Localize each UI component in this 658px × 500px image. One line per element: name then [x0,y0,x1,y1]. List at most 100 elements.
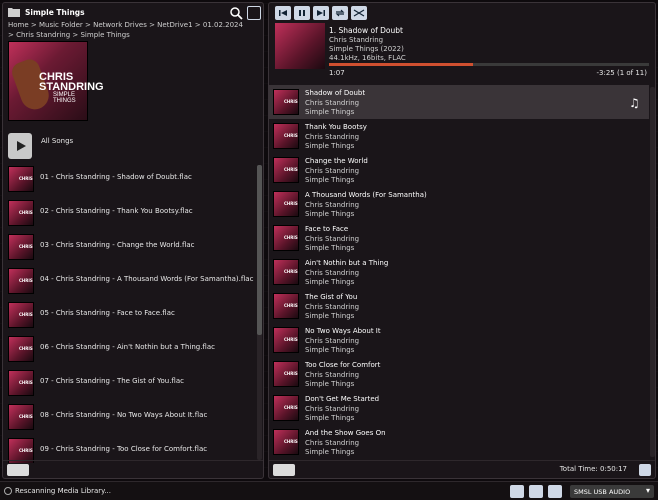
track-album: Simple Things [305,278,355,286]
file-name: 01 - Chris Standring - Shadow of Doubt.f… [40,173,192,181]
track-title: Ain't Nothin but a Thing [305,259,389,267]
table-row[interactable]: The Gist of You Chris StandringSimple Thi… [269,289,649,323]
track-title: Shadow of Doubt [305,89,366,97]
track-artist: Chris Standring [305,167,360,175]
queue-scrollbar[interactable] [650,87,655,457]
view-toggle-button[interactable] [247,6,261,20]
list-item[interactable]: 09 - Chris Standring - Too Close for Com… [3,435,255,463]
shuffle-button[interactable] [351,6,367,20]
total-time: Total Time: 0:50:17 [559,465,627,473]
file-thumbnail [8,268,34,294]
repeat-button[interactable] [332,6,348,20]
file-thumbnail [8,370,34,396]
now-playing-album: Simple Things (2022) [329,45,404,53]
shuffle-icon [353,9,365,17]
status-message: Rescanning Media Library... [15,487,111,495]
playback-pane: 1. Shadow of Doubt Chris Standring Simpl… [268,2,656,479]
settings-button[interactable] [510,485,524,498]
track-artist: Chris Standring [305,99,360,107]
table-row[interactable]: No Two Ways About It Chris StandringSimpl… [269,323,649,357]
table-row[interactable]: Change the World Chris StandringSimple Th… [269,153,649,187]
trash-icon[interactable] [639,464,651,476]
previous-icon [279,10,287,16]
list-item[interactable]: 01 - Chris Standring - Shadow of Doubt.f… [3,163,255,197]
table-row[interactable]: Shadow of Doubt Chris StandringSimple Thi… [269,85,649,119]
file-thumbnail [8,166,34,192]
track-thumbnail [273,259,299,285]
file-name: 06 - Chris Standring - Ain't Nothin but … [40,343,215,351]
now-playing-artist: Chris Standring [329,36,384,44]
track-title: No Two Ways About It [305,327,381,335]
remaining-time: -3:25 (1 of 11) [596,69,648,77]
queue-menu-button[interactable] [273,464,295,476]
track-thumbnail [273,89,299,115]
table-row[interactable]: And the Show Goes On Chris StandringSimpl… [269,425,649,459]
track-artist: Chris Standring [305,201,360,209]
folder-icon [8,8,20,17]
spinner-icon [4,487,12,495]
track-thumbnail [273,327,299,353]
previous-button[interactable] [275,6,291,20]
track-artist: Chris Standring [305,133,360,141]
library-menu-button[interactable] [7,464,29,476]
next-button[interactable] [313,6,329,20]
list-item[interactable]: 03 - Chris Standring - Change the World.… [3,231,255,265]
table-row[interactable]: Ain't Nothin but a Thing Chris StandringS… [269,255,649,289]
play-list-icon [8,133,32,159]
track-thumbnail [273,293,299,319]
all-songs-item[interactable]: All Songs [8,133,258,163]
track-album: Simple Things [305,210,355,218]
music-note-icon: ♫ [629,96,640,110]
file-name: 08 - Chris Standring - No Two Ways About… [40,411,208,419]
file-thumbnail [8,200,34,226]
track-album: Simple Things [305,142,355,150]
album-art-album: SIMPLE THINGS [53,92,76,104]
track-album: Simple Things [305,448,355,456]
pause-button[interactable] [294,6,310,20]
pause-icon [299,10,305,16]
track-thumbnail [273,123,299,149]
track-title: A Thousand Words (For Samantha) [305,191,427,199]
output-device-select[interactable]: SMSL USB AUDIO [570,485,654,498]
file-name: 03 - Chris Standring - Change the World.… [40,241,195,249]
list-item[interactable]: 07 - Chris Standring - The Gist of You.f… [3,367,255,401]
library-header: Simple Things Home > Music Folder > Netw… [3,3,263,39]
export-button[interactable] [548,485,562,498]
track-artist: Chris Standring [305,439,360,447]
library-scrollbar[interactable] [257,165,262,460]
track-title: Don't Get Me Started [305,395,380,403]
album-art: CHRIS STANDRING SIMPLE THINGS [8,41,104,121]
now-playing-title: 1. Shadow of Doubt [329,26,403,35]
track-album: Simple Things [305,108,355,116]
progress-bar[interactable] [329,63,649,66]
breadcrumb[interactable]: Home > Music Folder > Network Drives > N… [8,20,243,40]
library-footer [3,460,263,478]
track-title: Too Close for Comfort [305,361,381,369]
table-row[interactable]: Thank You Bootsy Chris StandringSimple Th… [269,119,649,153]
track-album: Simple Things [305,244,355,252]
list-item[interactable]: 08 - Chris Standring - No Two Ways About… [3,401,255,435]
library-pane: Simple Things Home > Music Folder > Netw… [2,2,264,479]
scrollbar-thumb[interactable] [257,165,262,335]
track-album: Simple Things [305,346,355,354]
list-item[interactable]: 05 - Chris Standring - Face to Face.flac [3,299,255,333]
folder-button[interactable] [529,485,543,498]
list-item[interactable]: 04 - Chris Standring - A Thousand Words … [3,265,255,299]
track-title: Change the World [305,157,368,165]
list-item[interactable]: 02 - Chris Standring - Thank You Bootsy.… [3,197,255,231]
repeat-icon [335,9,345,17]
list-item[interactable]: 06 - Chris Standring - Ain't Nothin but … [3,333,255,367]
track-artist: Chris Standring [305,371,360,379]
track-thumbnail [273,225,299,251]
table-row[interactable]: Don't Get Me Started Chris StandringSimpl… [269,391,649,425]
table-row[interactable]: Too Close for Comfort Chris StandringSimp… [269,357,649,391]
file-thumbnail [8,234,34,260]
file-thumbnail [8,336,34,362]
track-album: Simple Things [305,176,355,184]
table-row[interactable]: Face to Face Chris StandringSimple Things [269,221,649,255]
search-icon[interactable] [229,6,243,20]
table-row[interactable]: A Thousand Words (For Samantha) Chris Sta… [269,187,649,221]
track-album: Simple Things [305,414,355,422]
track-title: Thank You Bootsy [305,123,367,131]
track-artist: Chris Standring [305,405,360,413]
